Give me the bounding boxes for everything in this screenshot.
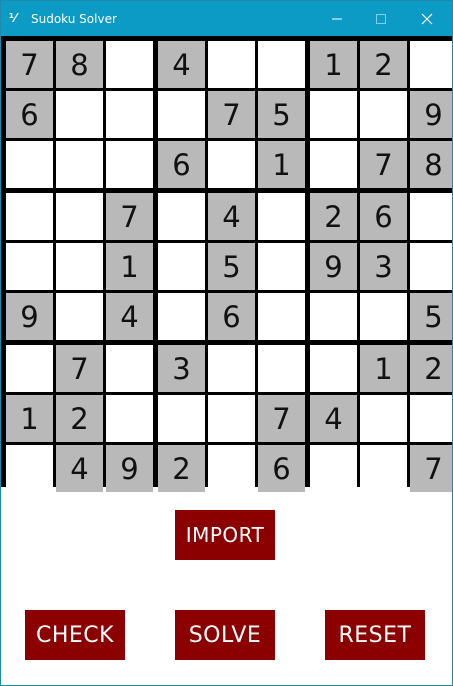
sudoku-cell[interactable]: 2 (56, 395, 103, 442)
sudoku-cell[interactable] (360, 91, 407, 138)
sudoku-cell[interactable] (106, 345, 153, 392)
sudoku-cell[interactable] (258, 345, 305, 392)
sudoku-cell[interactable] (56, 141, 103, 188)
sudoku-cell[interactable]: 7 (6, 41, 53, 88)
sudoku-cell[interactable]: 6 (158, 141, 205, 188)
close-icon (421, 13, 433, 25)
sudoku-cell[interactable]: 5 (208, 243, 255, 290)
sudoku-cell[interactable]: 6 (6, 91, 53, 138)
sudoku-cell[interactable]: 1 (106, 243, 153, 290)
sudoku-cell[interactable]: 1 (258, 141, 305, 188)
sudoku-cell[interactable]: 9 (410, 91, 452, 138)
sudoku-cell[interactable] (360, 293, 407, 340)
reset-button[interactable]: RESET (325, 610, 425, 660)
sudoku-cell[interactable] (106, 141, 153, 188)
sudoku-cell[interactable] (158, 193, 205, 240)
sudoku-cell[interactable]: 4 (208, 193, 255, 240)
sudoku-cell[interactable] (106, 395, 153, 442)
sudoku-cell[interactable] (6, 193, 53, 240)
sudoku-cell[interactable]: 5 (258, 91, 305, 138)
sudoku-cell[interactable] (258, 41, 305, 88)
sudoku-cell[interactable] (258, 293, 305, 340)
sudoku-cell[interactable]: 7 (258, 395, 305, 442)
sudoku-cell[interactable] (158, 91, 205, 138)
sudoku-cell[interactable]: 3 (360, 243, 407, 290)
sudoku-cell[interactable]: 1 (360, 345, 407, 392)
import-button[interactable]: IMPORT (175, 510, 275, 560)
sudoku-cell[interactable] (410, 41, 452, 88)
sudoku-cell[interactable]: 2 (360, 41, 407, 88)
sudoku-cell[interactable]: 6 (208, 293, 255, 340)
sudoku-cell[interactable] (106, 41, 153, 88)
sudoku-cell[interactable] (258, 243, 305, 290)
maximize-icon (376, 14, 386, 24)
sudoku-cell[interactable] (6, 345, 53, 392)
sudoku-cell[interactable]: 5 (410, 293, 452, 340)
close-button[interactable] (405, 1, 449, 37)
sudoku-cell[interactable] (158, 395, 205, 442)
minimize-icon (332, 18, 342, 20)
sudoku-board: 78412675961787426159394657312127449267 (1, 36, 452, 492)
sudoku-cell[interactable] (56, 193, 103, 240)
sudoku-cell[interactable] (6, 141, 53, 188)
sudoku-cell[interactable]: 7 (208, 91, 255, 138)
sudoku-cell[interactable]: 7 (106, 193, 153, 240)
sudoku-cell[interactable]: 8 (410, 141, 452, 188)
sudoku-cell[interactable]: 4 (310, 395, 357, 442)
minimize-button[interactable] (315, 1, 359, 37)
sudoku-cell[interactable] (360, 445, 407, 492)
sudoku-cell[interactable]: 7 (56, 345, 103, 392)
app-window: ⅟ Sudoku Solver 784126759617874261593946… (0, 0, 453, 686)
sudoku-cell[interactable] (310, 293, 357, 340)
sudoku-cell[interactable]: 4 (158, 41, 205, 88)
sudoku-cell[interactable]: 4 (56, 445, 103, 492)
sudoku-cell[interactable]: 2 (158, 445, 205, 492)
sudoku-cell[interactable] (208, 41, 255, 88)
sudoku-cell[interactable]: 2 (410, 345, 452, 392)
sudoku-cell[interactable] (158, 243, 205, 290)
window-title: Sudoku Solver (31, 12, 117, 26)
sudoku-cell[interactable]: 7 (410, 445, 452, 492)
sudoku-cell[interactable] (360, 395, 407, 442)
maximize-button[interactable] (359, 1, 403, 37)
sudoku-cell[interactable] (310, 345, 357, 392)
sudoku-cell[interactable]: 3 (158, 345, 205, 392)
app-icon: ⅟ (9, 11, 17, 25)
sudoku-cell[interactable] (106, 91, 153, 138)
sudoku-cell[interactable] (410, 193, 452, 240)
sudoku-cell[interactable]: 6 (258, 445, 305, 492)
sudoku-cell[interactable]: 9 (6, 293, 53, 340)
sudoku-cell[interactable]: 6 (360, 193, 407, 240)
sudoku-cell[interactable] (56, 293, 103, 340)
sudoku-cell[interactable] (410, 243, 452, 290)
sudoku-cell[interactable] (158, 293, 205, 340)
sudoku-cell[interactable]: 2 (310, 193, 357, 240)
sudoku-cell[interactable] (310, 141, 357, 188)
sudoku-cell[interactable] (56, 91, 103, 138)
sudoku-cell[interactable]: 9 (106, 445, 153, 492)
sudoku-cell[interactable]: 1 (6, 395, 53, 442)
sudoku-cell[interactable] (208, 395, 255, 442)
sudoku-cell[interactable]: 4 (106, 293, 153, 340)
check-button[interactable]: CHECK (25, 610, 125, 660)
sudoku-cell[interactable] (208, 345, 255, 392)
sudoku-cell[interactable]: 9 (310, 243, 357, 290)
title-bar[interactable]: ⅟ Sudoku Solver (1, 1, 452, 37)
sudoku-cell[interactable] (258, 193, 305, 240)
sudoku-cell[interactable] (208, 141, 255, 188)
sudoku-cell[interactable] (56, 243, 103, 290)
sudoku-cell[interactable] (310, 445, 357, 492)
sudoku-cell[interactable]: 8 (56, 41, 103, 88)
sudoku-cell[interactable] (208, 445, 255, 492)
sudoku-cell[interactable]: 7 (360, 141, 407, 188)
solve-button[interactable]: SOLVE (175, 610, 275, 660)
sudoku-cell[interactable] (6, 445, 53, 492)
sudoku-cell[interactable] (6, 243, 53, 290)
sudoku-cell[interactable]: 1 (310, 41, 357, 88)
sudoku-cell[interactable] (310, 91, 357, 138)
sudoku-cell[interactable] (410, 395, 452, 442)
